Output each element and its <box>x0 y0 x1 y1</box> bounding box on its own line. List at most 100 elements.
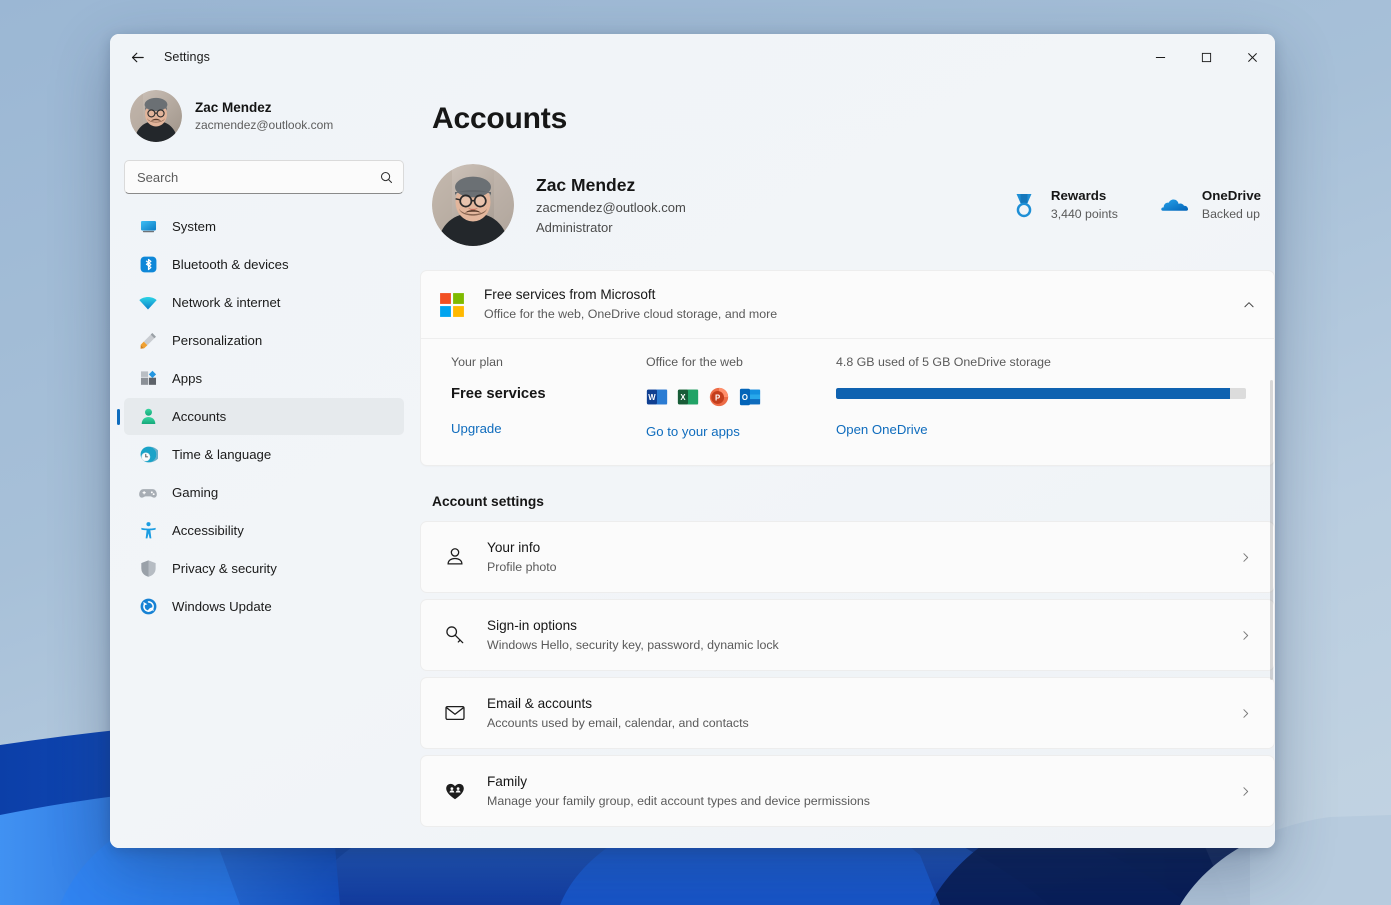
search-box <box>124 160 404 194</box>
go-to-your-apps-link[interactable]: Go to your apps <box>646 424 740 439</box>
person-icon <box>138 407 158 427</box>
setting-row-email-accounts[interactable]: Email & accounts Accounts used by email,… <box>420 677 1275 749</box>
main-scroll-area[interactable]: Accounts <box>420 80 1275 848</box>
word-icon[interactable]: W <box>646 386 668 408</box>
apps-grid-icon <box>138 369 158 389</box>
search-icon <box>379 170 394 185</box>
setting-row-title: Email & accounts <box>487 694 749 714</box>
plan-heading: Your plan <box>451 355 646 369</box>
gamepad-icon <box>138 483 158 503</box>
onedrive-text: OneDrive Backed up <box>1202 187 1261 223</box>
free-services-title: Free services from Microsoft <box>484 285 777 305</box>
chevron-up-icon <box>1242 298 1256 312</box>
badge-title: Rewards <box>1051 187 1118 206</box>
setting-row-subtitle: Manage your family group, edit account t… <box>487 792 870 811</box>
svg-text:X: X <box>680 393 686 402</box>
setting-row-text: Email & accounts Accounts used by email,… <box>487 694 749 733</box>
avatar[interactable] <box>432 164 514 246</box>
sidebar-item-label: Gaming <box>172 485 218 500</box>
svg-text:O: O <box>742 393 748 402</box>
sidebar-item-system[interactable]: System <box>124 208 404 245</box>
clock-globe-icon <box>138 445 158 465</box>
open-onedrive-link[interactable]: Open OneDrive <box>836 422 928 437</box>
onedrive-cloud-icon <box>1160 190 1190 220</box>
user-avatar-photo <box>432 164 514 246</box>
titlebar: Settings <box>110 34 1275 80</box>
sidebar-item-accessibility[interactable]: Accessibility <box>124 512 404 549</box>
person-outline-icon <box>443 545 467 569</box>
sidebar-account-name: Zac Mendez <box>195 99 333 117</box>
storage-column: 4.8 GB used of 5 GB OneDrive storage Ope… <box>836 355 1256 439</box>
setting-row-sign-in-options[interactable]: Sign-in options Windows Hello, security … <box>420 599 1275 671</box>
storage-progress-fill <box>836 388 1230 399</box>
chevron-right-icon <box>1239 629 1258 642</box>
office-heading: Office for the web <box>646 355 836 369</box>
search-input[interactable] <box>124 160 404 194</box>
window-body: Zac Mendez zacmendez@outlook.com <box>110 80 1275 848</box>
chevron-right-icon <box>1239 785 1258 798</box>
svg-text:P: P <box>715 394 720 403</box>
paintbrush-icon <box>138 331 158 351</box>
maximize-button[interactable] <box>1183 34 1229 80</box>
setting-row-family[interactable]: Family Manage your family group, edit ac… <box>420 755 1275 827</box>
user-avatar-photo <box>130 90 182 142</box>
badge-title: OneDrive <box>1202 187 1261 206</box>
maximize-icon <box>1201 52 1212 63</box>
account-name: Zac Mendez <box>536 172 686 198</box>
sidebar-account-email: zacmendez@outlook.com <box>195 117 333 133</box>
free-services-header[interactable]: Free services from Microsoft Office for … <box>421 271 1274 338</box>
back-button[interactable] <box>120 42 154 72</box>
search-button[interactable] <box>374 165 398 189</box>
sidebar-item-privacy-security[interactable]: Privacy & security <box>124 550 404 587</box>
desktop: Settings <box>0 0 1391 905</box>
wifi-icon <box>138 293 158 313</box>
badge-subtitle: 3,440 points <box>1051 206 1118 223</box>
sidebar-item-label: Windows Update <box>172 599 272 614</box>
settings-window: Settings <box>110 34 1275 848</box>
window-title: Settings <box>164 50 210 64</box>
caption-buttons <box>1137 34 1275 80</box>
page-title: Accounts <box>432 102 1275 136</box>
rewards-badge[interactable]: Rewards 3,440 points <box>1009 187 1118 223</box>
vertical-scrollbar[interactable] <box>1270 380 1273 680</box>
sidebar-item-time-language[interactable]: Time & language <box>124 436 404 473</box>
rewards-medal-icon <box>1009 190 1039 220</box>
setting-row-your-info[interactable]: Your info Profile photo <box>420 521 1275 593</box>
sidebar-item-apps[interactable]: Apps <box>124 360 404 397</box>
sidebar-item-bluetooth-devices[interactable]: Bluetooth & devices <box>124 246 404 283</box>
upgrade-link[interactable]: Upgrade <box>451 421 502 436</box>
storage-progress-bar <box>836 388 1246 399</box>
collapse-button[interactable] <box>1242 298 1256 312</box>
account-email: zacmendez@outlook.com <box>536 198 686 218</box>
free-services-subtitle: Office for the web, OneDrive cloud stora… <box>484 305 777 324</box>
sidebar-item-windows-update[interactable]: Windows Update <box>124 588 404 625</box>
sidebar-account-chip[interactable]: Zac Mendez zacmendez@outlook.com <box>124 80 404 156</box>
outlook-icon[interactable]: O <box>739 386 761 408</box>
account-header: Zac Mendez zacmendez@outlook.com Adminis… <box>432 164 1275 246</box>
powerpoint-icon[interactable]: P <box>708 386 730 408</box>
onedrive-badge[interactable]: OneDrive Backed up <box>1160 187 1261 223</box>
accessibility-icon <box>138 521 158 541</box>
sidebar-item-label: Apps <box>172 371 202 386</box>
sidebar-item-accounts[interactable]: Accounts <box>124 398 404 435</box>
sidebar-item-label: Accessibility <box>172 523 244 538</box>
sidebar-item-network-internet[interactable]: Network & internet <box>124 284 404 321</box>
main-content: Accounts <box>420 80 1275 848</box>
office-app-icons: W X P O <box>646 386 836 408</box>
excel-icon[interactable]: X <box>677 386 699 408</box>
close-button[interactable] <box>1229 34 1275 80</box>
update-refresh-icon <box>138 597 158 617</box>
sidebar-item-personalization[interactable]: Personalization <box>124 322 404 359</box>
sidebar-item-gaming[interactable]: Gaming <box>124 474 404 511</box>
setting-row-text: Your info Profile photo <box>487 538 557 577</box>
rewards-text: Rewards 3,440 points <box>1051 187 1118 223</box>
setting-row-text: Family Manage your family group, edit ac… <box>487 772 870 811</box>
plan-column: Your plan Free services Upgrade <box>451 355 646 439</box>
setting-row-title: Your info <box>487 538 557 558</box>
badge-subtitle: Backed up <box>1202 206 1261 223</box>
minimize-button[interactable] <box>1137 34 1183 80</box>
family-heart-icon <box>443 779 467 803</box>
free-services-card: Free services from Microsoft Office for … <box>420 270 1275 466</box>
setting-row-title: Sign-in options <box>487 616 779 636</box>
sidebar-item-label: Personalization <box>172 333 262 348</box>
